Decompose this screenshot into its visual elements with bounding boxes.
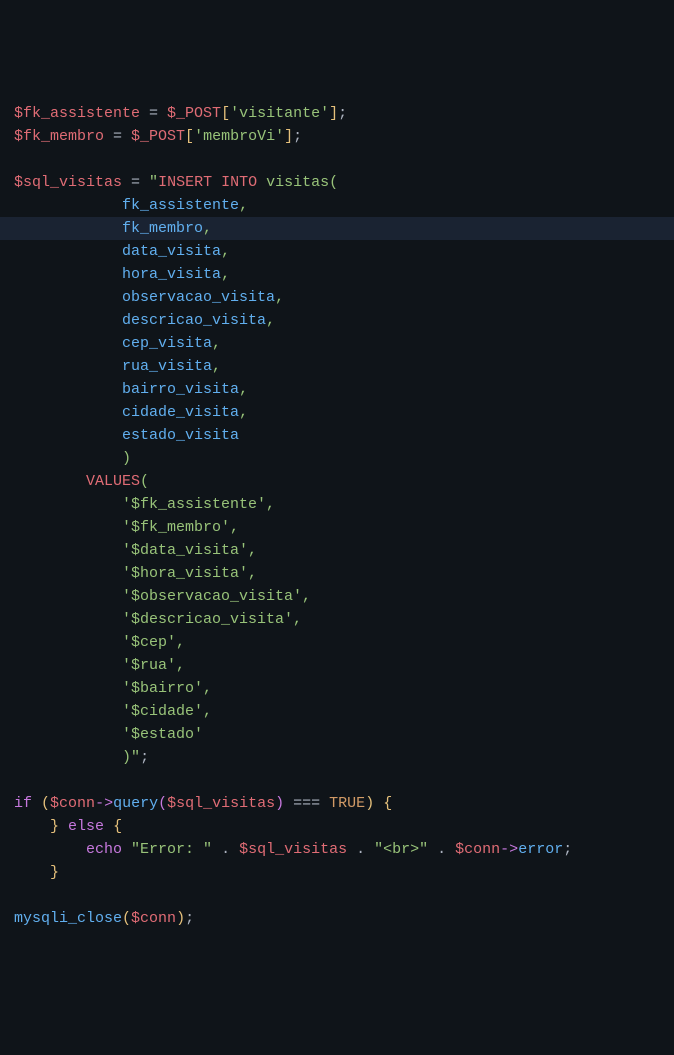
code-line: '$rua', (14, 654, 660, 677)
code-line: observacao_visita, (14, 286, 660, 309)
code-line: descricao_visita, (14, 309, 660, 332)
code-line: rua_visita, (14, 355, 660, 378)
code-line: )"; (14, 746, 660, 769)
code-line: hora_visita, (14, 263, 660, 286)
blank-line (14, 884, 660, 907)
code-line: $sql_visitas = "INSERT INTO visitas( (14, 171, 660, 194)
code-editor[interactable]: $fk_assistente = $_POST['visitante'];$fk… (14, 102, 660, 930)
code-line: '$bairro', (14, 677, 660, 700)
code-line: '$descricao_visita', (14, 608, 660, 631)
code-line: } else { (14, 815, 660, 838)
code-line: } (14, 861, 660, 884)
code-line: '$data_visita', (14, 539, 660, 562)
code-line: '$cidade', (14, 700, 660, 723)
code-line: '$cep', (14, 631, 660, 654)
code-line: data_visita, (14, 240, 660, 263)
code-line: '$estado' (14, 723, 660, 746)
code-line: cidade_visita, (14, 401, 660, 424)
blank-line (14, 769, 660, 792)
code-line: '$hora_visita', (14, 562, 660, 585)
code-line: VALUES( (14, 470, 660, 493)
code-line: ) (14, 447, 660, 470)
code-line: '$observacao_visita', (14, 585, 660, 608)
code-line-highlighted: fk_membro, (0, 217, 674, 240)
code-line: cep_visita, (14, 332, 660, 355)
code-line: '$fk_assistente', (14, 493, 660, 516)
code-line: mysqli_close($conn); (14, 907, 660, 930)
blank-line (14, 148, 660, 171)
code-line: $fk_assistente = $_POST['visitante']; (14, 102, 660, 125)
code-line: if ($conn->query($sql_visitas) === TRUE)… (14, 792, 660, 815)
code-line: '$fk_membro', (14, 516, 660, 539)
code-line: echo "Error: " . $sql_visitas . "<br>" .… (14, 838, 660, 861)
code-line: estado_visita (14, 424, 660, 447)
code-line: fk_assistente, (14, 194, 660, 217)
code-line: $fk_membro = $_POST['membroVi']; (14, 125, 660, 148)
code-line: bairro_visita, (14, 378, 660, 401)
